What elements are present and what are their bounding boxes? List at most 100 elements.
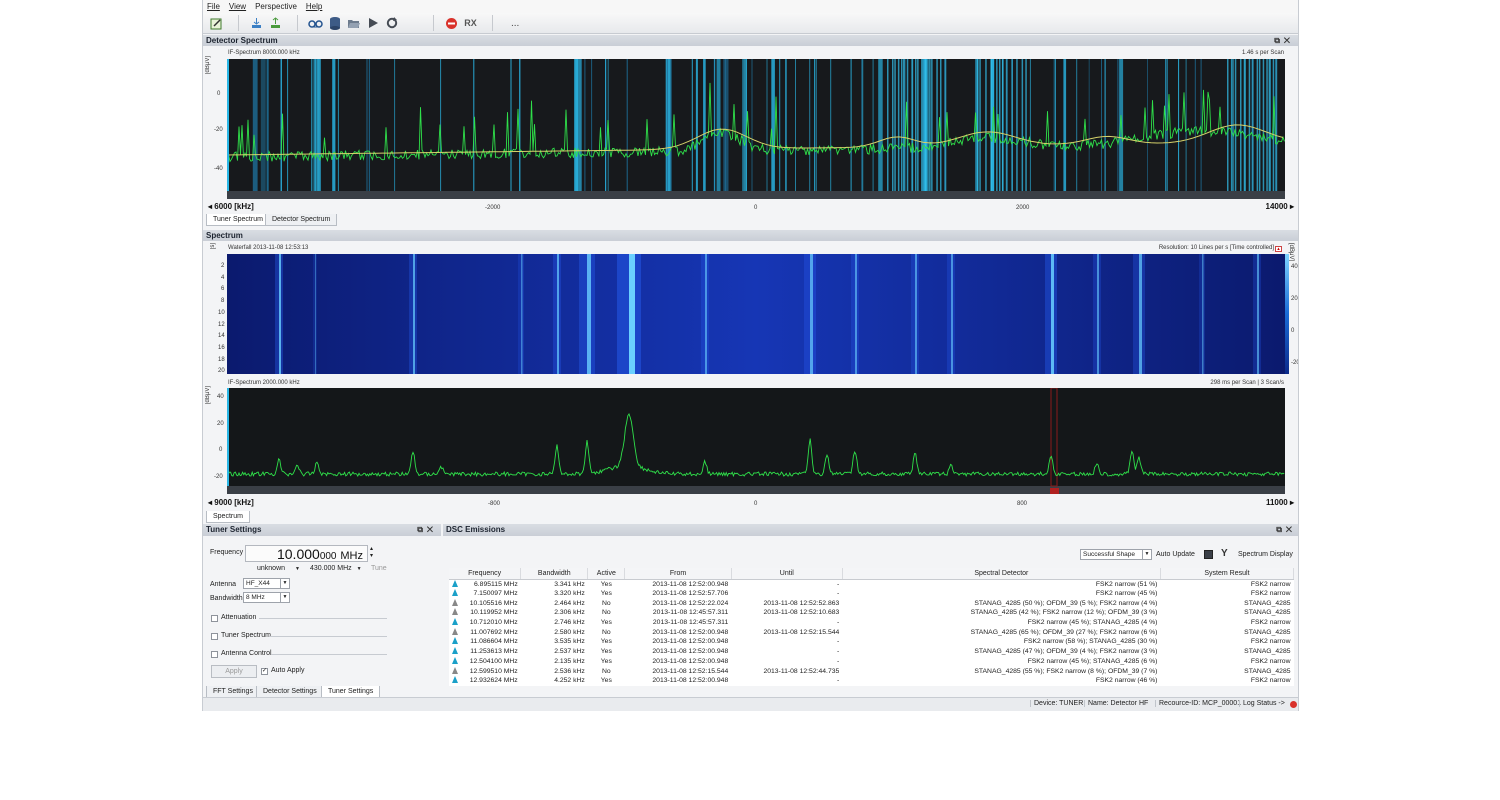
- col-system-result[interactable]: System Result: [1160, 568, 1295, 580]
- detection-marker: [1002, 59, 1004, 191]
- result-filter-select[interactable]: Successful Shape ▼: [1080, 549, 1152, 560]
- detection-marker: [917, 59, 919, 191]
- tune-button[interactable]: Tune: [371, 565, 387, 572]
- antenna-control-checkbox[interactable]: [211, 651, 218, 658]
- edit-icon[interactable]: [209, 16, 224, 31]
- detection-marker: [742, 59, 744, 191]
- detection-marker: [903, 59, 905, 191]
- cell-active: No: [601, 599, 611, 607]
- table-row[interactable]: 12.504100 MHz 2.135 kHz Yes 2013-11-08 12:5…: [449, 656, 1294, 667]
- col-from[interactable]: From: [624, 568, 732, 580]
- save-icon[interactable]: [1204, 550, 1213, 559]
- spectrum-display-button[interactable]: Spectrum Display: [1238, 551, 1293, 558]
- cell-bandwidth: 3.535 kHz: [554, 638, 585, 646]
- cell-system-result: STANAG_4285: [1244, 628, 1291, 636]
- auto-update-toggle[interactable]: Auto Update: [1156, 551, 1195, 558]
- cell-spectral-detector: FSK2 narrow (45 %); STANAG_4285 (6 %): [1027, 657, 1158, 665]
- spectrum-panel-title: Spectrum: [206, 231, 243, 240]
- cell-until: -: [837, 580, 840, 588]
- detection-marker: [714, 59, 716, 191]
- rx-button[interactable]: RX: [463, 16, 478, 31]
- table-row[interactable]: 12.932624 MHz 4.252 kHz Yes 2013-11-08 12:5…: [449, 676, 1294, 686]
- dsc-panel-controls[interactable]: ⧉✕: [1276, 524, 1296, 535]
- frequency-input[interactable]: 10.000000 MHz: [245, 545, 368, 562]
- tuner-spectrum-checkbox[interactable]: [211, 633, 218, 640]
- table-row[interactable]: 7.150097 MHz 3.320 kHz Yes 2013-11-08 12:52…: [449, 589, 1294, 599]
- col-active[interactable]: Active: [587, 568, 626, 580]
- if-spectrum-plot[interactable]: [227, 388, 1285, 494]
- tuner-panel-controls[interactable]: ⧉✕: [417, 524, 437, 535]
- auto-apply-checkbox[interactable]: ✓: [261, 668, 268, 675]
- spectrum-range-end[interactable]: 11000 ▸: [1266, 498, 1294, 507]
- cell-bandwidth: 2.580 kHz: [554, 628, 585, 636]
- tab-spectrum[interactable]: Spectrum: [206, 511, 250, 523]
- detection-marker: [317, 59, 321, 191]
- col-spectral-detector[interactable]: Spectral Detector: [842, 568, 1161, 580]
- open-folder-icon[interactable]: [346, 16, 361, 31]
- cell-until: 2013-11-08 12:52:52.863: [763, 599, 840, 607]
- panel-controls[interactable]: ⧉✕: [1274, 35, 1294, 46]
- table-row[interactable]: 11.253613 MHz 2.537 kHz Yes 2013-11-08 12:5…: [449, 647, 1294, 657]
- col-frequency[interactable]: Frequency: [449, 568, 522, 580]
- more-button[interactable]: ...: [511, 18, 519, 29]
- col-until[interactable]: Until: [731, 568, 843, 580]
- cell-spectral-detector: FSK2 narrow (51 %): [1095, 580, 1158, 588]
- table-row[interactable]: 12.599510 MHz 2.536 kHz No 2013-11-08 12:52…: [449, 666, 1294, 676]
- spectrum-range-start[interactable]: ◂ 9000 [kHz]: [208, 498, 254, 507]
- apply-button[interactable]: Apply: [211, 665, 257, 678]
- cell-system-result: STANAG_4285: [1244, 609, 1291, 617]
- table-row[interactable]: 10.712010 MHz 2.746 kHz Yes 2013-11-08 12:4…: [449, 618, 1294, 628]
- table-row[interactable]: 11.007692 MHz 2.580 kHz No 2013-11-08 12:52…: [449, 627, 1294, 637]
- detector-spectrum-plot[interactable]: [227, 59, 1285, 199]
- refresh-icon[interactable]: [384, 16, 399, 31]
- log-status-icon[interactable]: [1290, 701, 1297, 708]
- menu-perspective[interactable]: Perspective: [255, 2, 297, 11]
- attenuation-checkbox[interactable]: [211, 615, 218, 622]
- menu-file[interactable]: File: [207, 2, 220, 11]
- detector-range-end[interactable]: 14000 ▸: [1266, 202, 1295, 211]
- bandwidth-select[interactable]: 8 MHz ▼: [243, 592, 290, 603]
- tools-icon[interactable]: Y: [1221, 548, 1228, 559]
- record-icon[interactable]: [308, 16, 323, 31]
- cell-active: No: [601, 628, 611, 636]
- step-select[interactable]: 430.000 MHz ▼: [310, 565, 362, 572]
- play-icon[interactable]: [365, 16, 380, 31]
- detection-marker: [1262, 59, 1265, 191]
- antenna-select[interactable]: HF_X44 ▼: [243, 578, 290, 589]
- table-row[interactable]: 10.105516 MHz 2.464 kHz No 2013-11-08 12:52…: [449, 598, 1294, 608]
- frequency-stepper[interactable]: ▴ ▾: [370, 546, 373, 560]
- menu-view[interactable]: View: [229, 2, 246, 11]
- cell-bandwidth: 2.536 kHz: [554, 667, 585, 675]
- detector-range-start[interactable]: ◂ 6000 [kHz]: [208, 202, 254, 211]
- export-icon[interactable]: [268, 16, 283, 31]
- tab-tuner-spectrum[interactable]: Tuner Spectrum: [206, 214, 270, 226]
- detector-panel-header: Detector Spectrum ⧉✕: [203, 35, 1298, 46]
- menu-help[interactable]: Help: [306, 2, 322, 11]
- status-log[interactable]: Log Status ->: [1239, 700, 1285, 707]
- cell-system-result: STANAG_4285: [1244, 667, 1291, 675]
- import-icon[interactable]: [249, 16, 264, 31]
- detection-marker: [1248, 59, 1251, 191]
- table-row[interactable]: 10.119952 MHz 2.306 kHz No 2013-11-08 12:45…: [449, 608, 1294, 618]
- cell-frequency: 12.932624 MHz: [449, 676, 521, 686]
- cell-from: 2013-11-08 12:52:00.948: [652, 628, 729, 636]
- mode-select[interactable]: unknown ▼: [257, 565, 300, 572]
- waterfall-plot[interactable]: [227, 254, 1285, 374]
- col-bandwidth[interactable]: Bandwidth: [520, 568, 589, 580]
- waterfall-level-tick: -20: [1291, 360, 1299, 366]
- table-row[interactable]: 6.895115 MHz 3.341 kHz Yes 2013-11-08 12:52…: [449, 579, 1294, 589]
- detection-marker: [605, 59, 607, 191]
- cell-active: No: [601, 609, 611, 617]
- detection-marker: [519, 59, 521, 191]
- tab-detector-spectrum[interactable]: Detector Spectrum: [265, 214, 338, 226]
- stop-record-icon[interactable]: [444, 16, 459, 31]
- cell-system-result: FSK2 narrow: [1250, 677, 1291, 685]
- resolution-toggle[interactable]: ▴: [1275, 246, 1282, 252]
- detector-if-label: IF-Spectrum 8000.000 kHz: [228, 50, 300, 56]
- waterfall-line: [705, 254, 707, 374]
- database-icon[interactable]: [327, 16, 342, 31]
- table-row[interactable]: 11.086604 MHz 3.535 kHz Yes 2013-11-08 12:5…: [449, 637, 1294, 647]
- detection-marker: [1029, 59, 1031, 191]
- spectrum-if-label: IF-Spectrum 2000.000 kHz: [228, 380, 300, 386]
- detection-marker: [665, 59, 671, 191]
